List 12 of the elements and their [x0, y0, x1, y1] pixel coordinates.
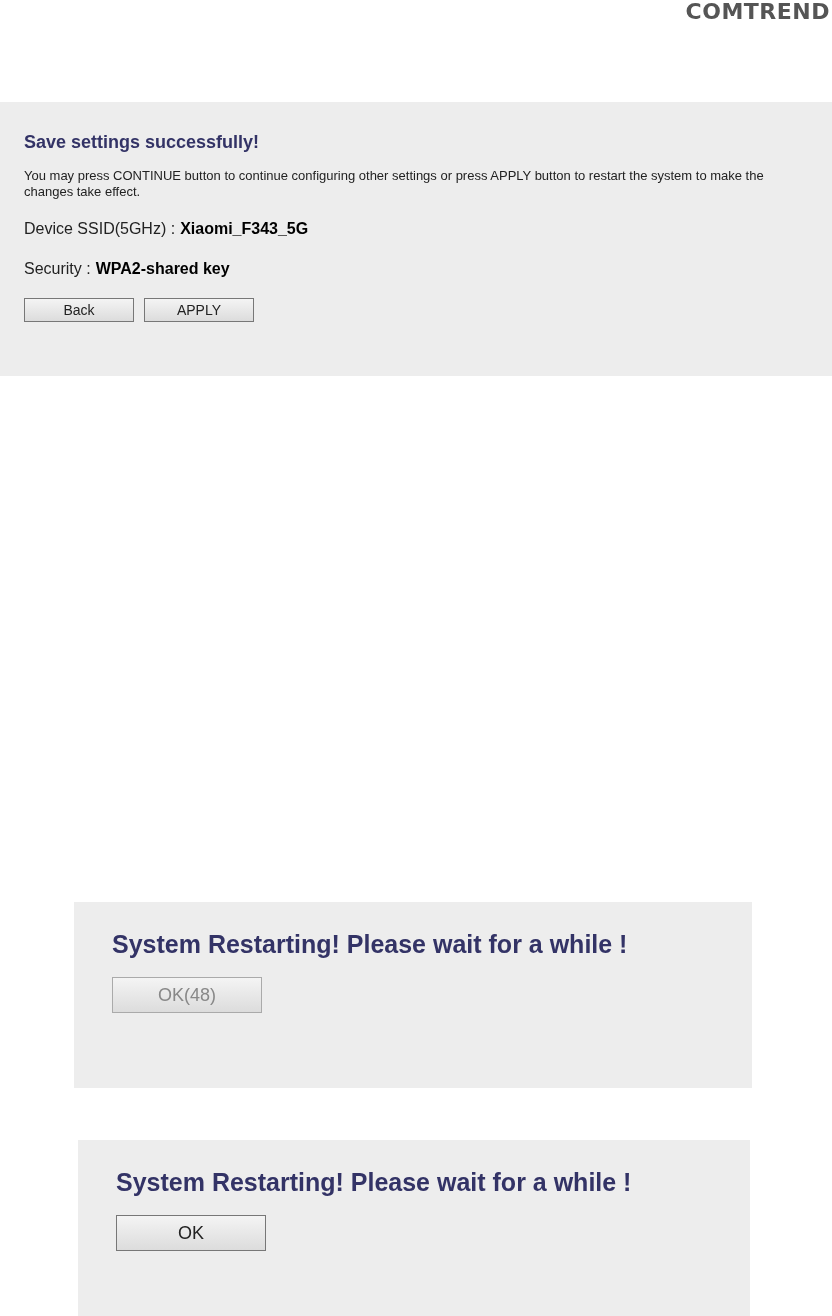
field-value: WPA2-shared key [95, 260, 230, 278]
field-value: Xiaomi_F343_5G [180, 220, 309, 238]
field-label: Security : [24, 260, 91, 278]
action-button[interactable]: Back [24, 298, 134, 322]
brand-logo: COMTREND [685, 0, 830, 24]
ok-button[interactable]: OK [116, 1215, 266, 1251]
panel-title: Save settings successfully! [24, 132, 261, 153]
field-label: Device SSID(5GHz) : [24, 220, 176, 238]
panel-title: System Restarting! Please wait for a while ! [116, 1168, 633, 1197]
panel-message: You may press CONTINUE button to continue configuring other settings or press APPLY button to restart the system to make the changes take effect. [24, 168, 765, 200]
action-button[interactable]: APPLY [144, 298, 254, 322]
panel-title: System Restarting! Please wait for a while ! [112, 930, 629, 959]
